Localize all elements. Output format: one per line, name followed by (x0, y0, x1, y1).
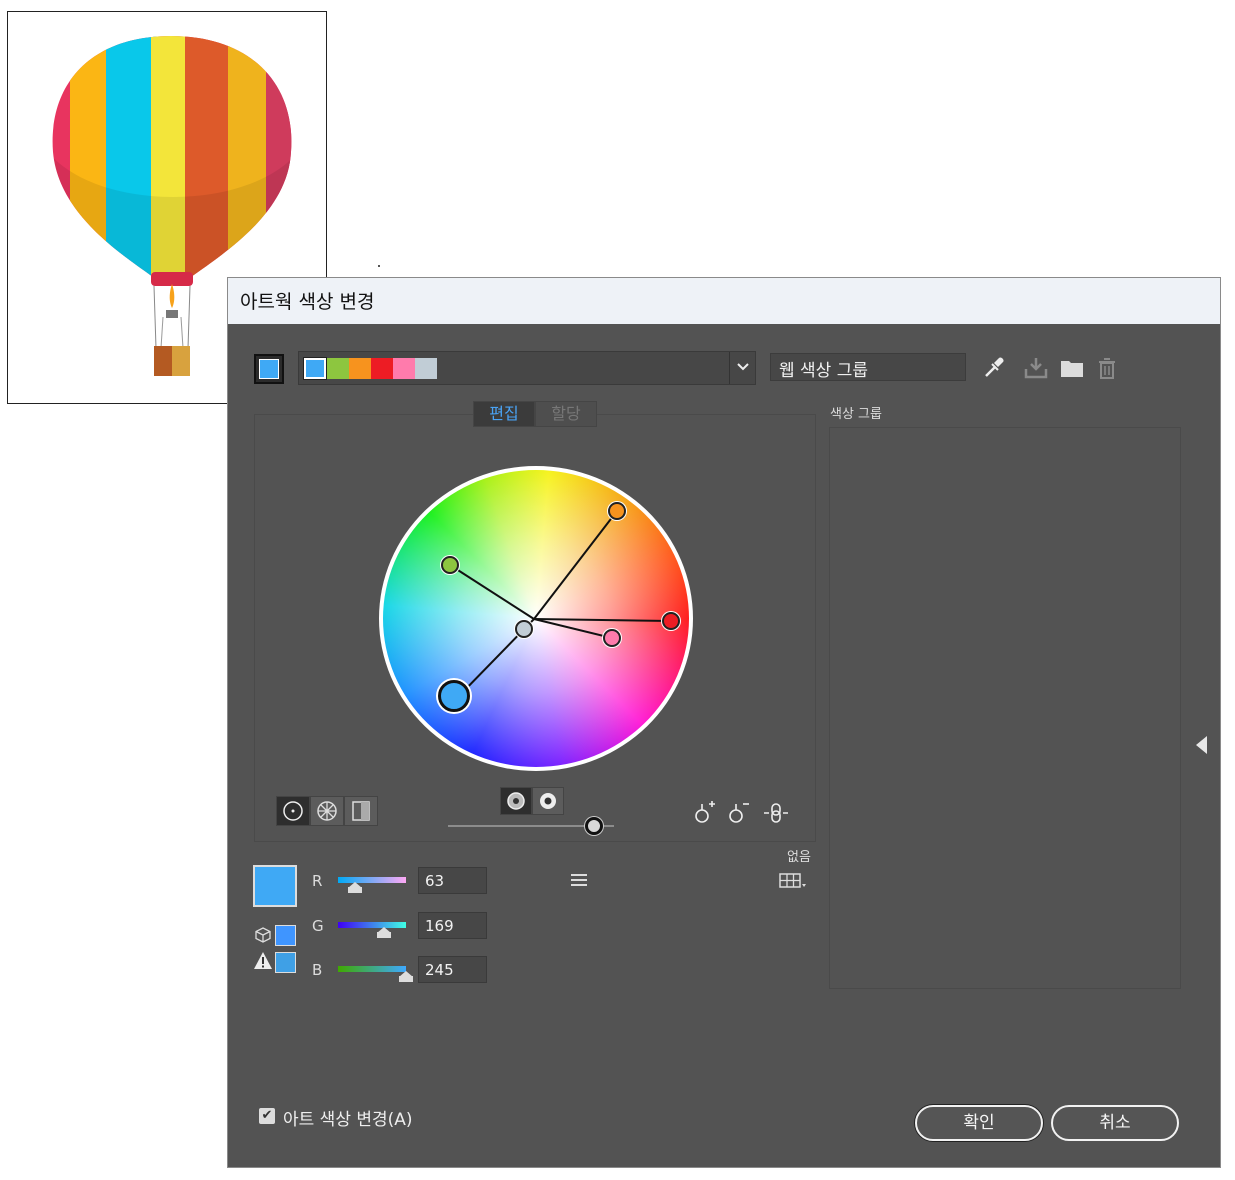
ok-button[interactable]: 확인 (915, 1105, 1043, 1141)
swatch-library-icon[interactable] (778, 871, 808, 891)
color-groups-label: 색상 그룹 (830, 407, 882, 422)
harmony-handle-base-blue[interactable] (438, 680, 470, 712)
harmony-handle-green[interactable] (441, 556, 459, 574)
green-slider-knob[interactable] (377, 927, 391, 938)
hamburger-menu-icon[interactable] (569, 872, 589, 888)
swatch-orange[interactable] (349, 358, 371, 379)
top-toolbar: 웹 색상 그룹 (228, 351, 1220, 385)
segmented-wheel-icon (317, 801, 337, 821)
swatch-gray[interactable] (415, 358, 437, 379)
new-folder-icon[interactable] (1059, 355, 1085, 381)
show-saturation-brightness-button[interactable] (500, 787, 532, 815)
swatch-blue[interactable] (303, 357, 327, 380)
group-name-input[interactable]: 웹 색상 그룹 (770, 353, 966, 381)
smooth-wheel-button[interactable] (276, 796, 310, 826)
trash-icon[interactable] (1094, 355, 1120, 381)
red-slider-knob[interactable] (348, 882, 362, 893)
collapse-panel-arrow-icon[interactable] (1196, 736, 1207, 754)
harmony-handle-gray[interactable] (515, 620, 533, 638)
saturation-icon (507, 792, 525, 810)
save-group-icon[interactable] (1023, 355, 1049, 381)
hue-brightness-icon (540, 793, 556, 809)
smooth-wheel-icon (283, 801, 303, 821)
green-slider-track[interactable] (338, 922, 406, 928)
segmented-wheel-button[interactable] (310, 796, 344, 826)
recolor-art-checkbox[interactable]: ✔ (259, 1108, 275, 1124)
current-color-swatch[interactable] (254, 354, 284, 384)
remove-color-icon[interactable] (724, 798, 754, 828)
color-groups-panel (829, 427, 1181, 989)
channel-label-b: B (312, 961, 323, 979)
blue-slider-track[interactable] (338, 966, 406, 972)
eyedropper-icon[interactable] (981, 355, 1007, 381)
link-harmony-icon[interactable] (761, 798, 791, 828)
channel-label-g: G (312, 917, 324, 935)
blue-value-input[interactable]: 245 (418, 956, 487, 983)
channel-label-r: R (312, 872, 323, 890)
recolor-artwork-dialog: 아트웍 색상 변경 웹 색상 그룹 편집 할당 R 63 G 169 B 245… (227, 277, 1221, 1168)
swatch-red[interactable] (371, 358, 393, 379)
show-hue-brightness-button[interactable] (532, 787, 564, 815)
harmony-handle-pink[interactable] (603, 629, 621, 647)
color-wheel[interactable] (379, 466, 693, 771)
blue-slider-knob[interactable] (399, 971, 413, 982)
recolor-art-label: 아트 색상 변경(A) (283, 1110, 413, 1130)
brightness-slider-knob[interactable] (585, 817, 603, 835)
color-group-dropdown[interactable] (298, 351, 756, 385)
color-bars-button[interactable] (344, 796, 378, 826)
swatch-pink[interactable] (393, 358, 415, 379)
swatch-library-none-label: 없음 (787, 850, 811, 865)
display-toggle-buttons (500, 787, 564, 815)
tab-edit[interactable]: 편집 (473, 401, 535, 427)
web-safe-color-swatch[interactable] (275, 925, 296, 946)
chevron-down-icon[interactable] (729, 352, 755, 384)
harmony-handle-red[interactable] (662, 612, 680, 630)
swatch-green[interactable] (327, 358, 349, 379)
green-value-input[interactable]: 169 (418, 912, 487, 939)
dialog-title: 아트웍 색상 변경 (228, 278, 1220, 324)
stray-point (378, 265, 380, 267)
harmony-handle-orange[interactable] (608, 502, 626, 520)
cancel-button[interactable]: 취소 (1051, 1105, 1179, 1141)
selected-color-swatch[interactable] (253, 865, 297, 907)
color-bars-icon (352, 801, 370, 821)
out-of-gamut-color-swatch[interactable] (275, 952, 296, 973)
red-value-input[interactable]: 63 (418, 867, 487, 894)
tab-assign[interactable]: 할당 (535, 401, 597, 427)
wheel-mode-buttons (276, 796, 378, 826)
cube-gamut-icon (255, 927, 271, 943)
warning-icon (254, 952, 272, 969)
current-color-fill (259, 359, 279, 379)
harmony-lines (449, 510, 672, 698)
add-color-icon[interactable] (690, 798, 720, 828)
edit-assign-tabs: 편집 할당 (473, 401, 597, 427)
